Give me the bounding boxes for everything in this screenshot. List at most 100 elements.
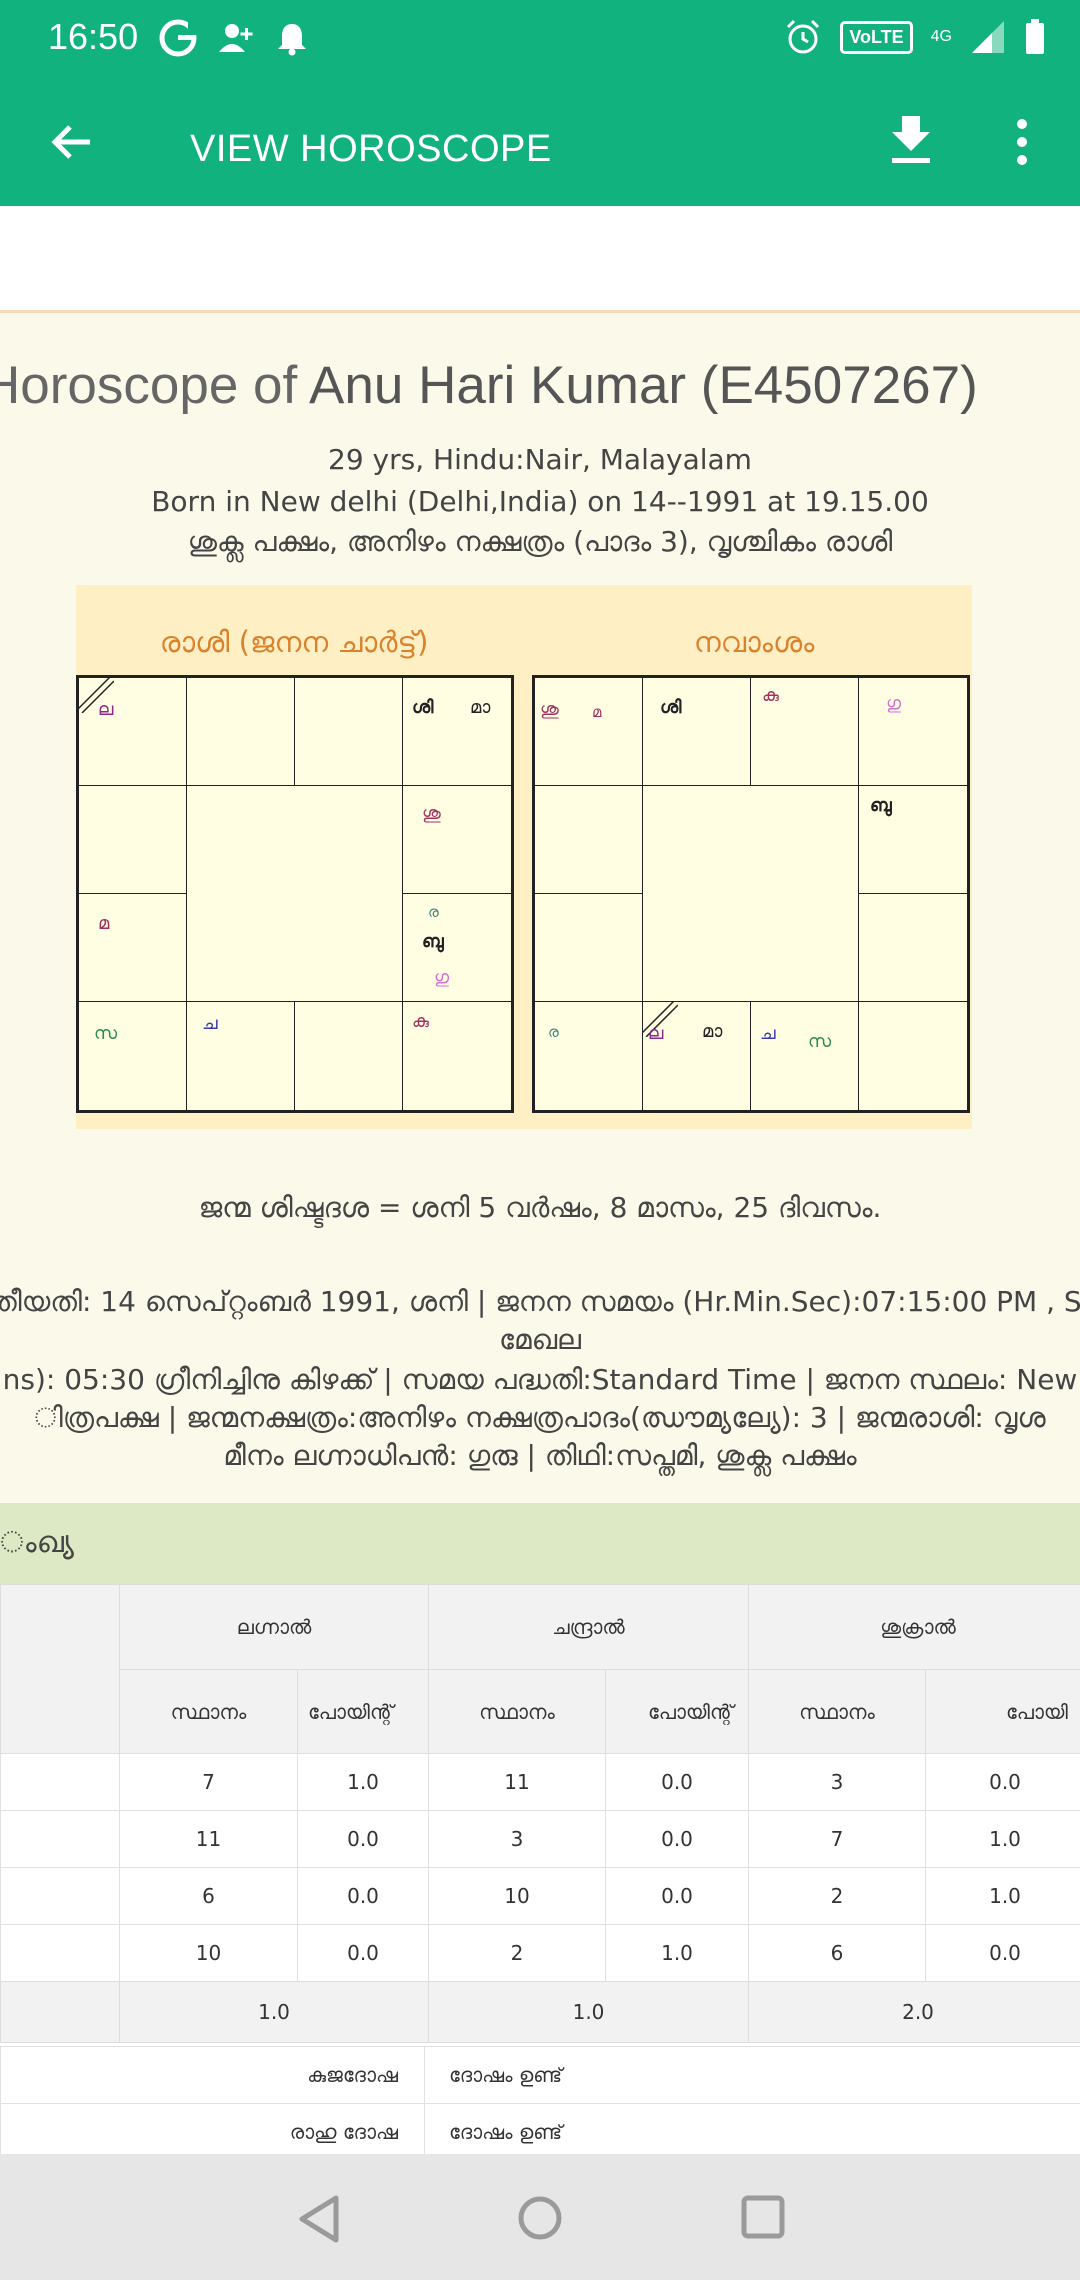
- planet-label: ല: [98, 699, 114, 720]
- section-title: ംഖ്യ: [0, 1525, 74, 1560]
- volte-badge: VoLTE: [840, 20, 913, 54]
- table-total: 1.0: [119, 1981, 429, 2043]
- table-cell: 1.0: [297, 1753, 429, 1811]
- nav-back-icon[interactable]: [296, 2194, 342, 2244]
- planet-label: ശി: [660, 697, 682, 718]
- table-cell: 0.0: [925, 1924, 1080, 1982]
- planet-label: ര: [548, 1023, 559, 1041]
- table-cell: 7: [748, 1810, 926, 1868]
- star-details: ശുക്ല പക്ഷം, അനിഴം നക്ഷത്രം (പാദം 3), വൃ…: [187, 525, 893, 558]
- detail-line: മേഖല: [499, 1323, 581, 1356]
- navamsa-chart: ശു മ ശി കു ഗു ബു ര ല മാ ച സ: [532, 675, 970, 1113]
- table-cell: 2: [428, 1924, 606, 1982]
- planet-label: മാ: [470, 697, 491, 718]
- horoscope-content: Horoscope of Anu Hari Kumar (E4507267) 2…: [0, 310, 1080, 1710]
- network-type: 4G: [930, 28, 952, 45]
- planet-label: ല: [648, 1023, 664, 1044]
- column-group-header: ശുക്രാൽ: [748, 1584, 1080, 1670]
- notification-bell-icon: [278, 24, 306, 56]
- table-cell: 6: [119, 1867, 298, 1925]
- planet-label: സ: [94, 1023, 118, 1044]
- dosha-label: രാഹു ദോഷ: [0, 2103, 425, 2154]
- table-cell: 1.0: [925, 1867, 1080, 1925]
- detail-line: തീയതി: 14 സെപ്റ്റംബർ 1991, ശനി | ജനന സമയ…: [0, 1285, 1080, 1318]
- download-icon[interactable]: [888, 112, 934, 168]
- heading-prefix: Horoscope of: [0, 356, 310, 415]
- table-cell: 3: [428, 1810, 606, 1868]
- table-cell: 11: [428, 1753, 606, 1811]
- planet-label: കു: [412, 1011, 429, 1032]
- planet-label: ശി: [412, 697, 434, 718]
- table-cell: 6: [748, 1924, 926, 1982]
- column-header: പോയി: [925, 1669, 1080, 1754]
- add-user-icon: [219, 24, 253, 52]
- planet-label: ഗു: [886, 693, 902, 714]
- birth-details: Born in New delhi (Delhi,India) on 14--1…: [151, 485, 929, 518]
- table-cell: 1.0: [605, 1924, 749, 1982]
- table-cell: 0.0: [605, 1867, 749, 1925]
- back-arrow-icon[interactable]: [46, 116, 98, 168]
- horoscope-heading: Horoscope of Anu Hari Kumar (E4507267): [0, 355, 978, 416]
- nav-home-icon[interactable]: [516, 2194, 564, 2242]
- detail-line: മീനം ലഗ്നാധിപൻ: ഗുരു | തിഥി:സപ്തമി, ശുക്…: [223, 1439, 857, 1472]
- planet-label: ഗു: [434, 967, 450, 988]
- planet-label: മ: [98, 913, 110, 934]
- more-options-icon[interactable]: [1010, 116, 1034, 168]
- table-cell: 2: [748, 1867, 926, 1925]
- column-header: സ്ഥാനം: [748, 1669, 926, 1754]
- table-total: 1.0: [428, 1981, 749, 2043]
- horoscope-charts: രാശി (ജനന ചാർട്ട്) നവാംശം ല ശി മാ ശു മ ര…: [76, 585, 972, 1129]
- app-bar: VIEW HOROSCOPE: [0, 78, 1080, 206]
- table-cell: 0.0: [297, 1924, 429, 1982]
- planet-label: ച: [202, 1013, 218, 1034]
- table-cell: 10: [119, 1924, 298, 1982]
- column-group-header: ലഗ്നാൽ: [119, 1584, 429, 1670]
- column-header: പോയിന്റ്: [605, 1669, 749, 1754]
- table-cell: 1.0: [925, 1810, 1080, 1868]
- planet-label: മാ: [702, 1021, 723, 1042]
- detail-line: ns): 05:30 ഗ്രീനിച്ചിനു കിഴക്ക് | സമയ പദ…: [2, 1363, 1078, 1396]
- planet-label: ശു: [422, 803, 441, 824]
- rasi-chart: ല ശി മാ ശു മ ര ബു ഗു സ ച കു: [76, 675, 514, 1113]
- planet-label: ബു: [870, 795, 892, 816]
- table-cell: 0.0: [605, 1810, 749, 1868]
- battery-icon: [1026, 19, 1044, 54]
- page-title: VIEW HOROSCOPE: [190, 128, 552, 170]
- detail-line: ിത്രപക്ഷ | ജന്മനക്ഷത്രം:അനിഴം നക്ഷത്രപാദ…: [34, 1401, 1046, 1434]
- table-cell: 0.0: [297, 1810, 429, 1868]
- table-cell: 0.0: [605, 1753, 749, 1811]
- planet-label: ച: [760, 1023, 776, 1044]
- table-cell: 3: [748, 1753, 926, 1811]
- nav-recents-icon[interactable]: [740, 2194, 786, 2240]
- column-header: സ്ഥാനം: [428, 1669, 606, 1754]
- table-cell: 11: [119, 1810, 298, 1868]
- navamsa-chart-title: നവാംശം: [693, 625, 815, 659]
- status-time: 16:50: [48, 16, 139, 57]
- profile-summary: 29 yrs, Hindu:Nair, Malayalam: [328, 443, 752, 476]
- dosha-value: ദോഷം ഉണ്ട്: [424, 2046, 1080, 2104]
- column-header: പോയിന്റ്: [297, 1669, 429, 1754]
- status-bar: 16:50 VoLTE 4G: [0, 0, 1080, 78]
- profile-name: Anu Hari Kumar (E4507267): [309, 356, 978, 415]
- section-header: ംഖ്യ: [0, 1503, 1080, 1591]
- table-cell: 10: [428, 1867, 606, 1925]
- column-group-header: ചന്ദ്രാൽ: [428, 1584, 749, 1670]
- google-icon: [159, 19, 198, 57]
- rasi-chart-title: രാശി (ജനന ചാർട്ട്): [159, 625, 429, 659]
- dosha-value: ദോഷം ഉണ്ട്: [424, 2103, 1080, 2154]
- table-cell: 0.0: [925, 1753, 1080, 1811]
- planet-label: ശു: [540, 699, 559, 720]
- planet-label: ബു: [422, 931, 444, 952]
- alarm-icon: [787, 19, 820, 54]
- signal-icon: [972, 21, 1004, 53]
- table-total: 2.0: [748, 1981, 1080, 2043]
- column-header: സ്ഥാനം: [119, 1669, 298, 1754]
- planet-label: കു: [762, 685, 779, 706]
- table-cell: 7: [119, 1753, 298, 1811]
- table-cell: 0.0: [297, 1867, 429, 1925]
- dosha-label: കുജദോഷ: [0, 2046, 425, 2104]
- system-navigation-bar: [0, 2154, 1080, 2280]
- page-content[interactable]: Horoscope of Anu Hari Kumar (E4507267) 2…: [0, 206, 1080, 2154]
- planet-label: മ: [592, 703, 602, 721]
- planet-label: സ: [808, 1031, 832, 1052]
